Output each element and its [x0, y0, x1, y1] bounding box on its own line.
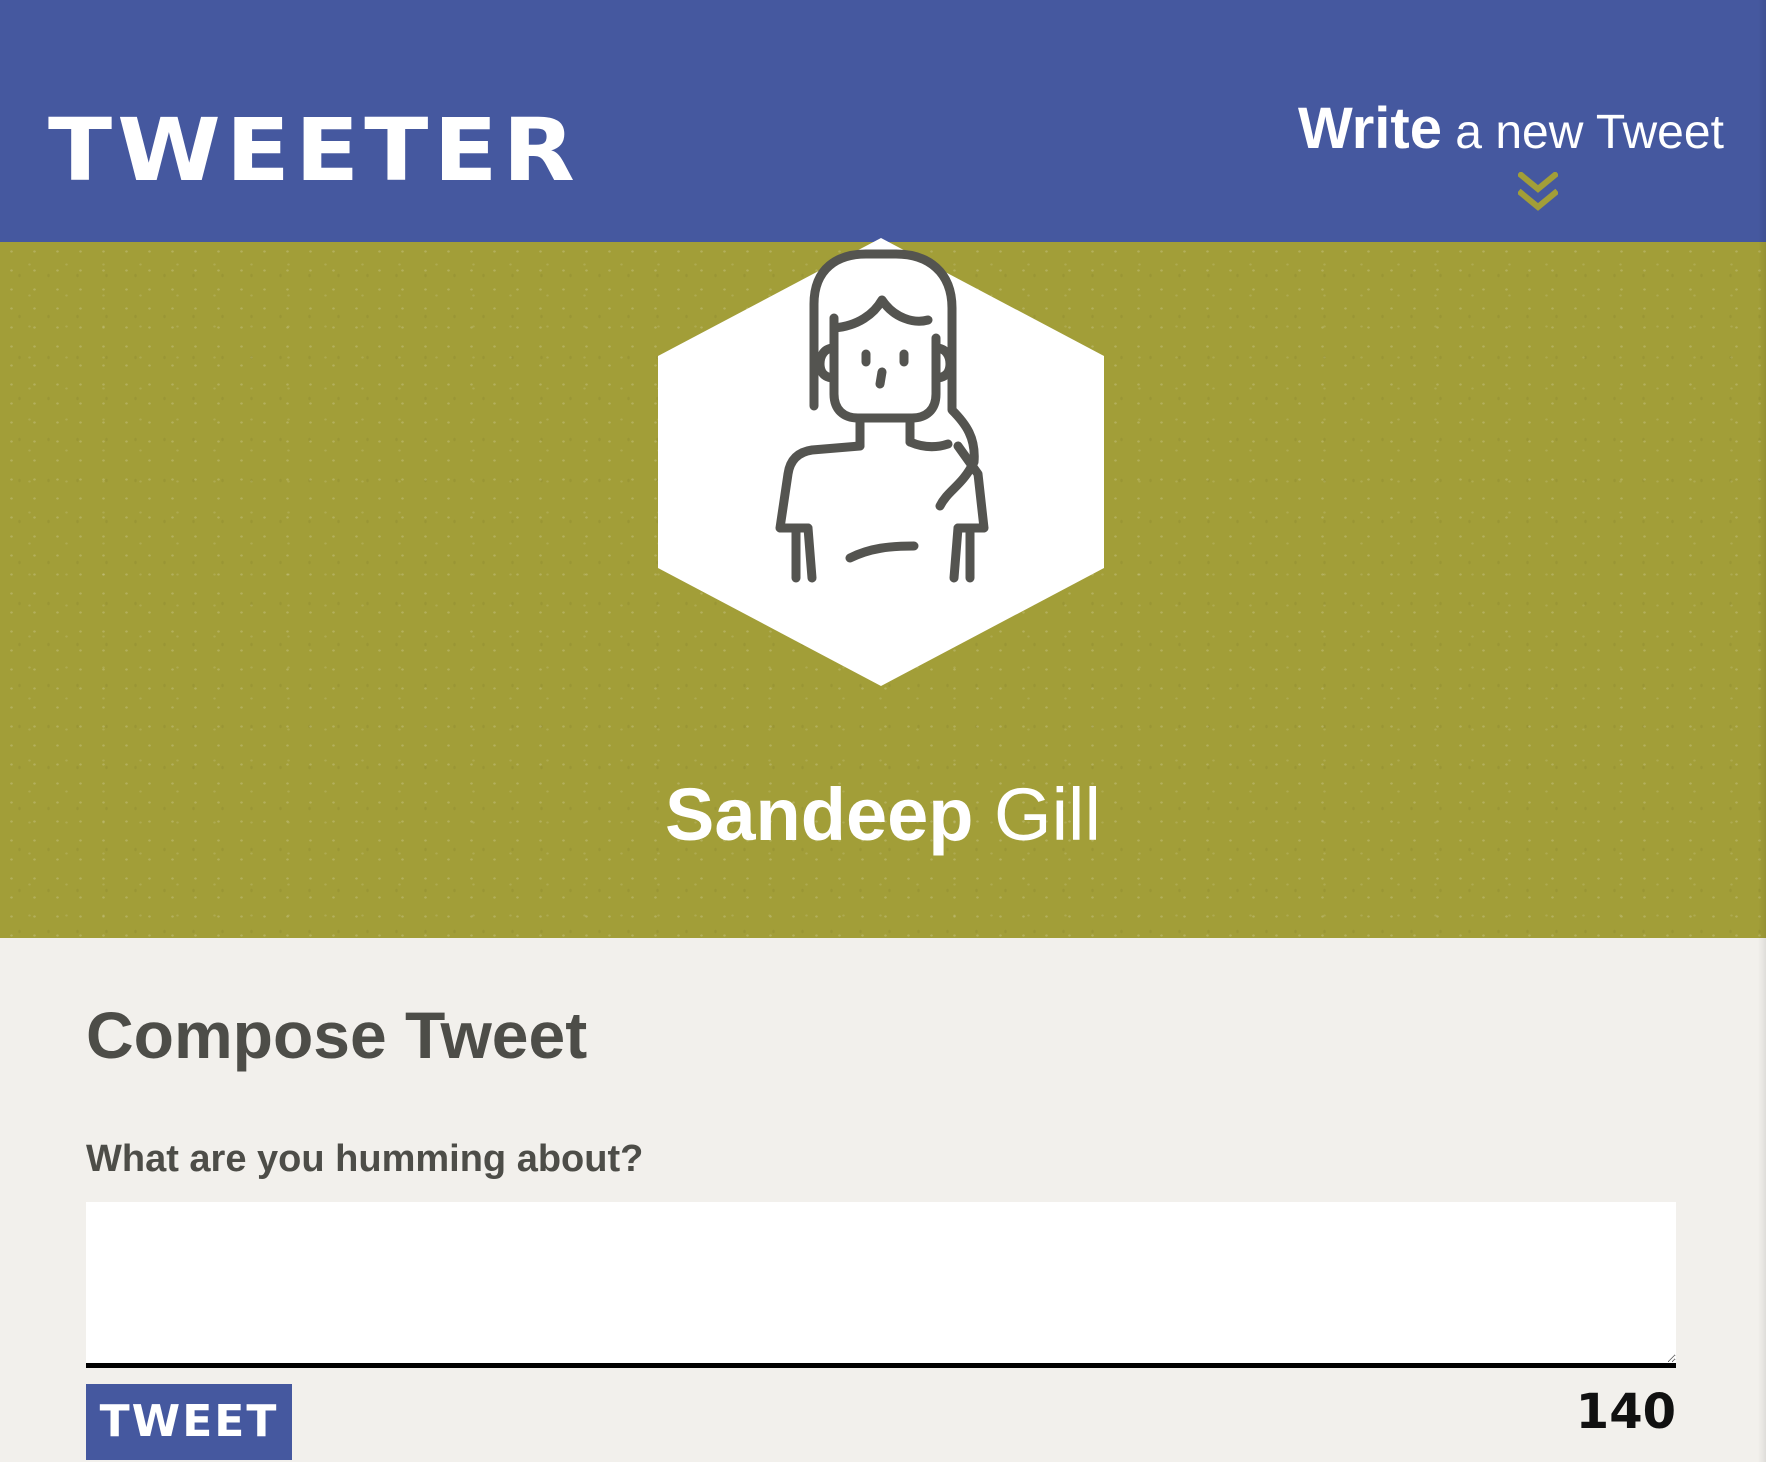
tweet-submit-button[interactable]: TWEET — [86, 1384, 292, 1460]
top-nav: TWEETER Write a new Tweet — [0, 0, 1766, 242]
profile-first-name: Sandeep — [665, 773, 974, 856]
compose-label: What are you humming about? — [86, 1138, 644, 1180]
tweeter-app: TWEETER Write a new Tweet Sandeep Gill C… — [0, 0, 1766, 1462]
tweet-textarea[interactable] — [86, 1202, 1676, 1368]
write-label-strong: Write — [1298, 96, 1442, 161]
profile-banner: Sandeep Gill — [0, 238, 1766, 938]
profile-last-name: Gill — [973, 773, 1101, 856]
profile-name: Sandeep Gill — [0, 778, 1766, 852]
double-chevron-down-icon[interactable] — [1518, 172, 1558, 216]
write-new-tweet-toggle[interactable]: Write a new Tweet — [1298, 100, 1724, 220]
write-label-light: a new Tweet — [1441, 106, 1724, 159]
compose-title: Compose Tweet — [86, 998, 588, 1072]
brand-logo: TWEETER — [48, 100, 580, 201]
user-avatar-icon — [658, 238, 1104, 686]
write-new-tweet-label: Write a new Tweet — [1298, 100, 1724, 158]
character-counter: 140 — [1575, 1384, 1676, 1440]
compose-section: Compose Tweet What are you humming about… — [0, 938, 1766, 1462]
